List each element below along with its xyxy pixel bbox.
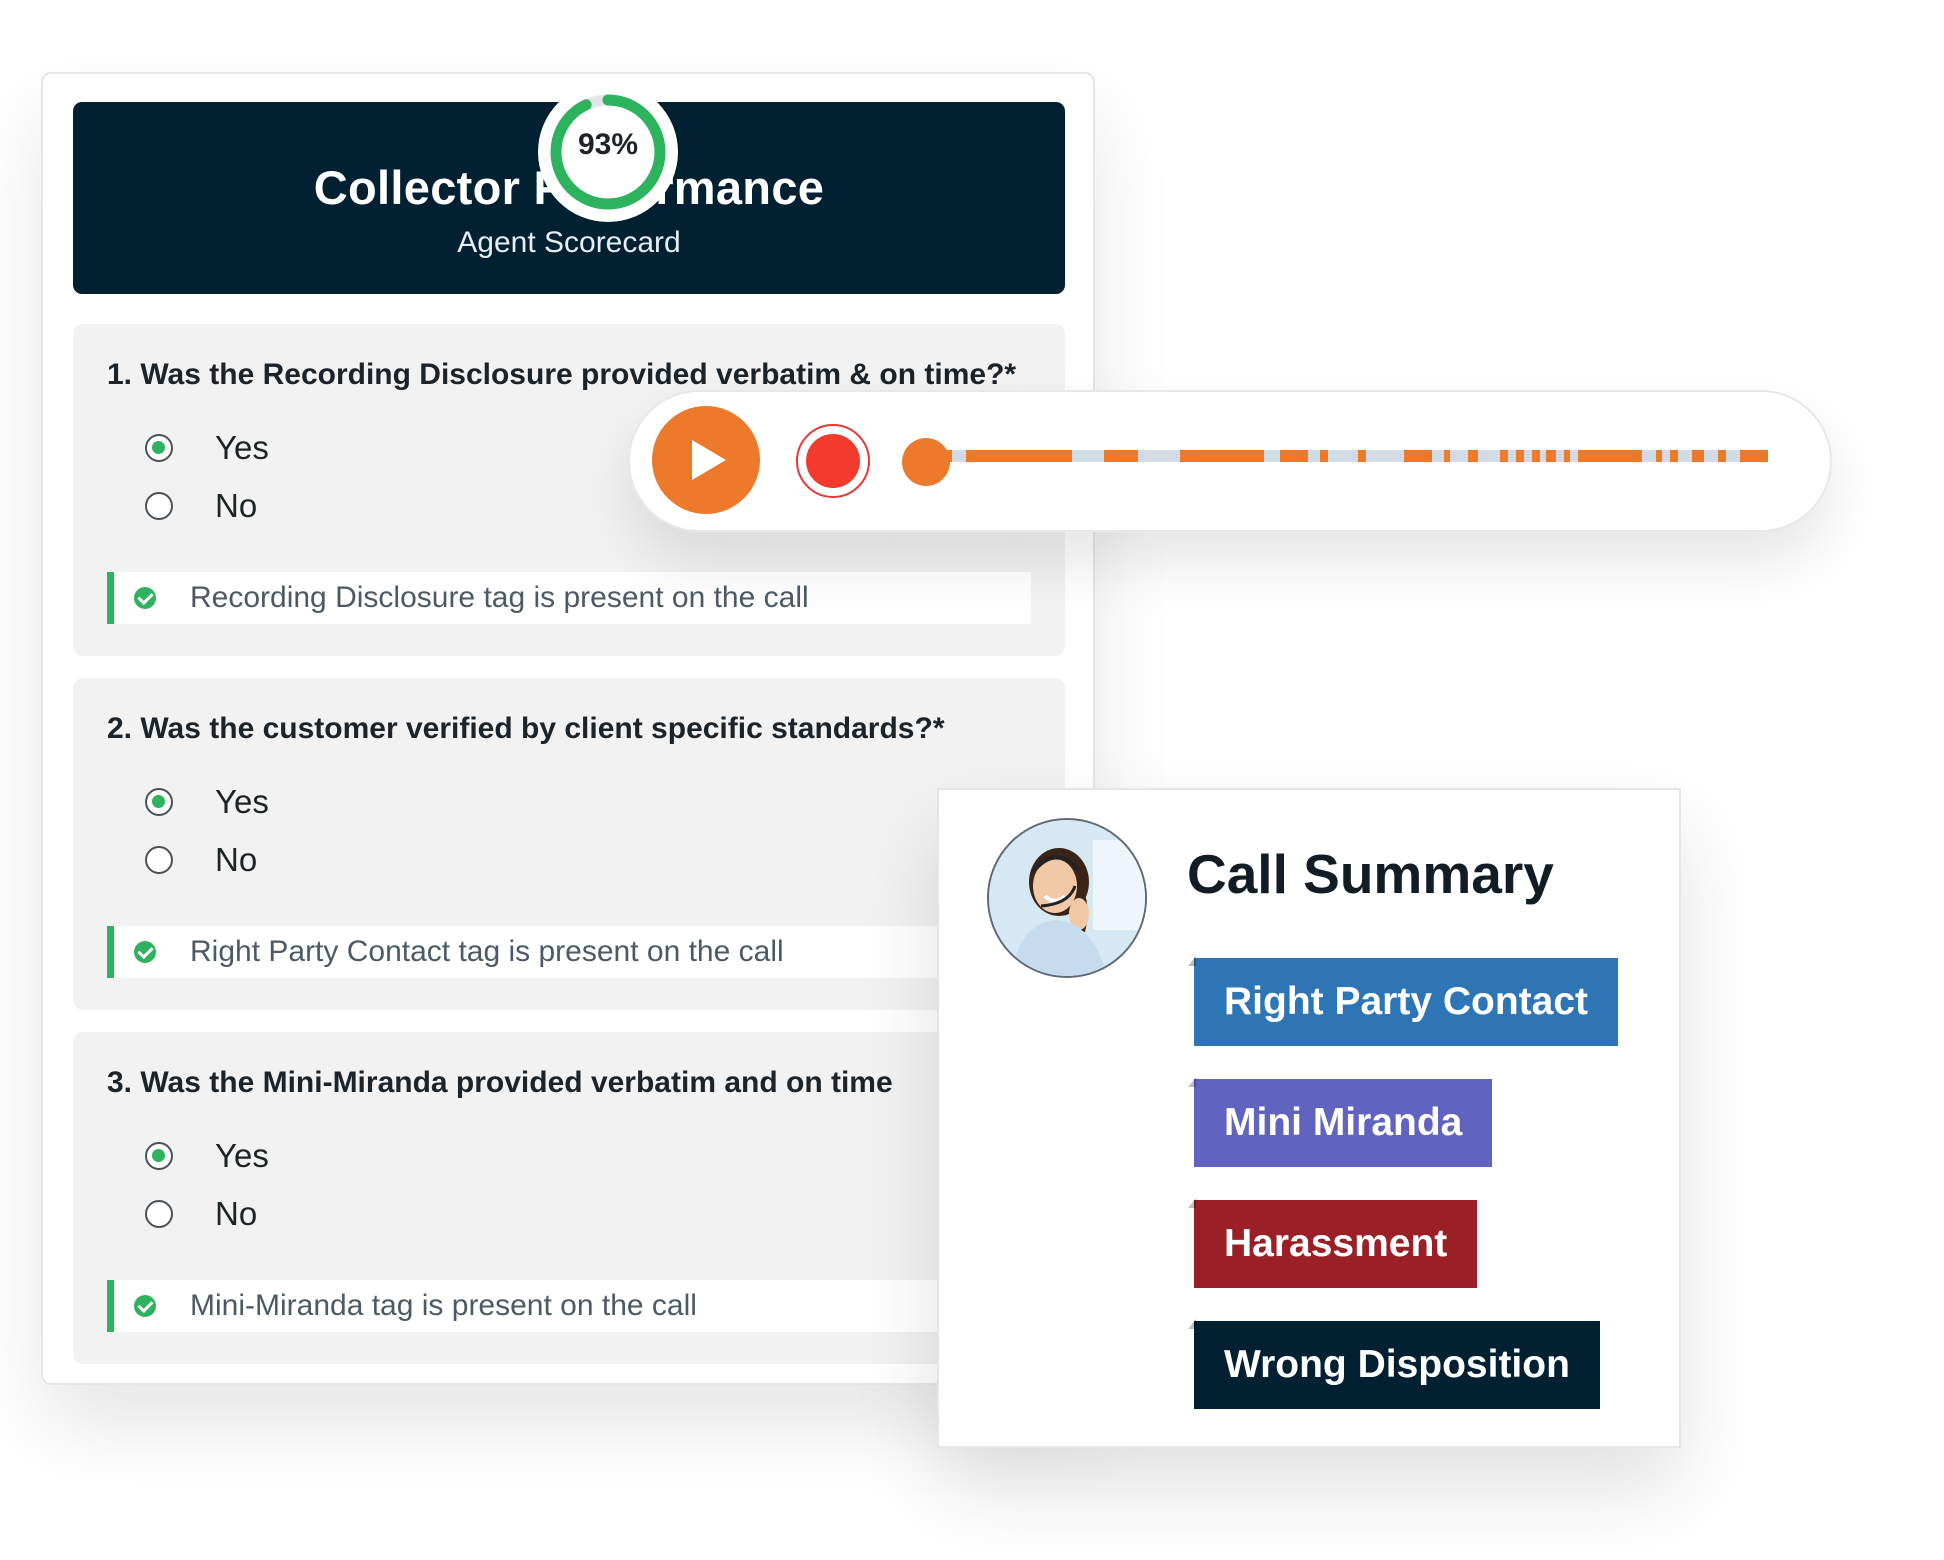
waveform-segment [1404, 450, 1432, 462]
option-yes[interactable]: Yes [145, 428, 269, 468]
score-value: 93% [577, 128, 639, 161]
tag-harassment[interactable]: Harassment [1187, 1198, 1478, 1288]
radio-button-checked[interactable] [145, 788, 173, 816]
call-summary-title: Call Summary [1187, 843, 1554, 905]
option-no[interactable]: No [145, 840, 257, 880]
waveform-segment [1546, 450, 1556, 462]
check-circle-icon [134, 1295, 156, 1317]
tag-mini-miranda[interactable]: Mini Miranda [1187, 1077, 1493, 1167]
waveform-segment [1656, 450, 1662, 462]
tag-note: Right Party Contact tag is present on th… [107, 926, 1031, 978]
question-card: 3. Was the Mini-Miranda provided verbati… [73, 1032, 1065, 1364]
tag-note-text: Recording Disclosure tag is present on t… [190, 581, 809, 614]
waveform-segment [1718, 450, 1726, 462]
waveform-segment [1532, 450, 1540, 462]
waveform-segment [1358, 450, 1366, 462]
waveform-segment [1180, 450, 1264, 462]
record-button[interactable] [796, 424, 870, 498]
option-label: No [215, 1195, 258, 1232]
agent-avatar [987, 818, 1147, 978]
option-yes[interactable]: Yes [145, 782, 269, 822]
tag-note: Mini-Miranda tag is present on the call [107, 1280, 1031, 1332]
waveform-segment [1444, 450, 1450, 462]
waveform-segment [1468, 450, 1478, 462]
waveform-segment [1670, 450, 1678, 462]
score-progress-ring: 93% [538, 82, 678, 222]
scorecard-subtitle: Agent Scorecard [457, 226, 681, 259]
check-circle-icon [134, 587, 156, 609]
radio-button[interactable] [145, 1200, 173, 1228]
question-card: 2. Was the customer verified by client s… [73, 678, 1065, 1010]
waveform-segment [1104, 450, 1138, 462]
waveform-segment [1516, 450, 1524, 462]
option-no[interactable]: No [145, 486, 257, 526]
radio-button[interactable] [145, 492, 173, 520]
play-button[interactable] [652, 406, 760, 514]
waveform-segment [966, 450, 1072, 462]
waveform-segment [1280, 450, 1308, 462]
question-text: 1. Was the Recording Disclosure provided… [107, 358, 1017, 391]
tag-right-party-contact[interactable]: Right Party Contact [1187, 956, 1619, 1046]
waveform-segment [1320, 450, 1328, 462]
option-label: Yes [215, 1137, 269, 1174]
waveform-segment [1692, 450, 1704, 462]
option-label: No [215, 841, 258, 878]
waveform-segment [1740, 450, 1768, 462]
radio-button[interactable] [145, 846, 173, 874]
tag-note-text: Mini-Miranda tag is present on the call [190, 1289, 697, 1322]
waveform-segment [1500, 450, 1508, 462]
radio-button-checked[interactable] [145, 434, 173, 462]
question-text: 3. Was the Mini-Miranda provided verbati… [107, 1066, 893, 1099]
waveform-segment [1578, 450, 1642, 462]
option-yes[interactable]: Yes [145, 1136, 269, 1176]
tag-wrong-disposition[interactable]: Wrong Disposition [1188, 1319, 1600, 1409]
option-label: No [215, 487, 258, 524]
check-circle-icon [134, 941, 156, 963]
waveform-segment [1564, 450, 1570, 462]
tag-note-text: Right Party Contact tag is present on th… [190, 935, 784, 968]
agent-avatar-icon [989, 820, 1145, 976]
option-label: Yes [215, 429, 269, 466]
tag-note: Recording Disclosure tag is present on t… [107, 572, 1031, 624]
question-text: 2. Was the customer verified by client s… [107, 712, 945, 745]
option-no[interactable]: No [145, 1194, 257, 1234]
play-icon [692, 440, 726, 480]
audio-waveform-track[interactable] [910, 450, 1768, 462]
audio-player [628, 390, 1832, 532]
radio-button-checked[interactable] [145, 1142, 173, 1170]
scrub-handle[interactable] [902, 438, 950, 486]
call-summary-card: Call Summary Right Party Contact Mini Mi… [937, 788, 1681, 1448]
option-label: Yes [215, 783, 269, 820]
